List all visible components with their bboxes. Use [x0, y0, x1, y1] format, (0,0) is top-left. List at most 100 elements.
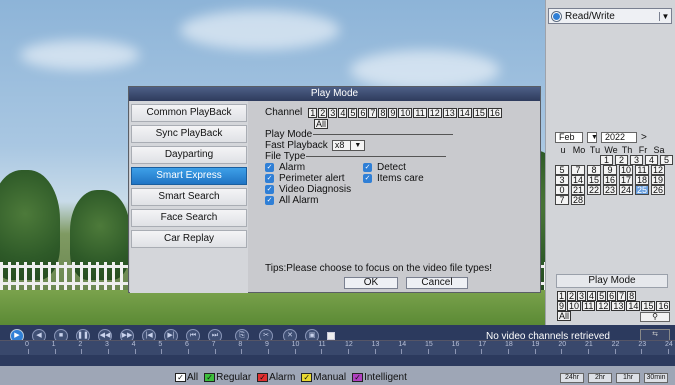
channel-box[interactable]: 14 [626, 301, 641, 311]
channel-box[interactable]: 15 [641, 301, 656, 311]
calendar-day[interactable]: 8 [587, 165, 601, 175]
calendar-day[interactable]: 9 [603, 165, 617, 175]
zoom-button-1hr[interactable]: 1hr [616, 373, 640, 383]
chevron-down-icon[interactable]: ▼ [587, 132, 598, 143]
channel-box[interactable]: 3 [328, 107, 338, 118]
menu-item-smart-search[interactable]: Smart Search [131, 188, 247, 206]
calendar-day[interactable]: 28 [571, 195, 585, 205]
calendar-day[interactable]: 11 [635, 165, 649, 175]
channel-box[interactable]: 14 [457, 107, 472, 118]
timeline-scroll[interactable] [0, 357, 675, 365]
channel-box[interactable]: 8 [627, 291, 637, 301]
channel-box[interactable]: 7 [617, 291, 627, 301]
calendar-day[interactable]: 3 [555, 175, 569, 185]
legend-checkbox-icon[interactable]: ✓ [301, 373, 313, 382]
channel-box[interactable]: 13 [442, 107, 457, 118]
calendar-day[interactable]: 5 [660, 155, 673, 165]
channel-box[interactable]: 6 [358, 107, 368, 118]
channel-box[interactable]: 12 [427, 107, 442, 118]
calendar-day[interactable]: 16 [603, 175, 617, 185]
legend-checkbox-icon[interactable]: ✓ [175, 373, 186, 382]
calendar-day[interactable]: 22 [587, 185, 601, 195]
channel-box[interactable]: 11 [582, 301, 596, 311]
calendar-day[interactable]: 0 [555, 185, 569, 195]
channel-box[interactable]: 10 [398, 107, 413, 118]
calendar-day[interactable]: 24 [619, 185, 633, 195]
channel-box[interactable]: 16 [487, 107, 502, 118]
channel-all-box[interactable]: All [557, 311, 572, 321]
menu-item-face-search[interactable]: Face Search [131, 209, 247, 227]
legend-regular[interactable]: ✓ Regular [204, 372, 251, 383]
channel-box[interactable]: 9 [388, 107, 398, 118]
timeline-bar[interactable] [0, 340, 675, 355]
channel-box[interactable]: 15 [472, 107, 487, 118]
calendar-day[interactable]: 2 [615, 155, 628, 165]
calendar-day[interactable]: 23 [603, 185, 617, 195]
legend-checkbox-icon[interactable]: ✓ [204, 373, 216, 382]
checkbox-detect[interactable]: ✓ Detect [363, 162, 406, 173]
menu-item-car-replay[interactable]: Car Replay [131, 230, 247, 248]
legend-checkbox-icon[interactable]: ✓ [352, 373, 364, 382]
play-mode-button[interactable]: Play Mode [556, 274, 668, 288]
channel-box[interactable]: 6 [607, 291, 617, 301]
calendar-day[interactable]: 18 [635, 175, 649, 185]
calendar-day[interactable]: 1 [600, 155, 613, 165]
calendar-day[interactable]: 5 [555, 165, 569, 175]
calendar-day[interactable]: 21 [571, 185, 585, 195]
menu-item-sync-playback[interactable]: Sync PlayBack [131, 125, 247, 143]
channel-box[interactable]: 2 [318, 107, 328, 118]
chevron-down-icon[interactable]: ▼ [350, 141, 364, 150]
channel-box[interactable]: 1 [308, 107, 318, 118]
next-month-button[interactable]: > [641, 132, 647, 143]
channel-box[interactable]: 5 [597, 291, 607, 301]
menu-item-dayparting[interactable]: Dayparting [131, 146, 247, 164]
checkbox-perimeter-alert[interactable]: ✓ Perimeter alert [265, 173, 363, 184]
calendar-day[interactable]: 7 [571, 165, 585, 175]
checkbox-alarm[interactable]: ✓ Alarm [265, 162, 363, 173]
legend-alarm[interactable]: ✓ Alarm [257, 372, 295, 383]
channel-box[interactable]: 5 [348, 107, 358, 118]
zoom-button-30min[interactable]: 30min [644, 373, 668, 383]
channel-all-box[interactable]: All [314, 118, 329, 129]
menu-item-common-playback[interactable]: Common PlayBack [131, 104, 247, 122]
channel-box[interactable]: 16 [656, 301, 671, 311]
legend-all[interactable]: ✓ All [175, 372, 198, 383]
channel-box[interactable]: 9 [557, 301, 567, 311]
cancel-button[interactable]: Cancel [406, 277, 468, 289]
calendar-day[interactable]: 14 [571, 175, 585, 185]
calendar-day[interactable]: 12 [651, 165, 665, 175]
channel-box[interactable]: 4 [338, 107, 348, 118]
channel-box[interactable]: 2 [567, 291, 577, 301]
search-icon[interactable]: ⚲ [640, 312, 670, 322]
zoom-button-24hr[interactable]: 24hr [560, 373, 584, 383]
calendar-day[interactable]: 7 [555, 195, 569, 205]
channel-box[interactable]: 7 [368, 107, 378, 118]
channel-box[interactable]: 1 [557, 291, 567, 301]
checkbox-video-diagnosis[interactable]: ✓ Video Diagnosis [265, 184, 351, 195]
checkbox-all-alarm[interactable]: ✓ All Alarm [265, 195, 318, 206]
calendar-day[interactable]: 17 [619, 175, 633, 185]
channel-box[interactable]: 12 [596, 301, 611, 311]
channel-box[interactable]: 13 [611, 301, 626, 311]
legend-manual[interactable]: ✓ Manual [301, 372, 346, 383]
calendar-day[interactable]: 10 [619, 165, 633, 175]
channel-box[interactable]: 4 [587, 291, 597, 301]
calendar-day[interactable]: 19 [651, 175, 665, 185]
legend-checkbox-icon[interactable]: ✓ [257, 373, 269, 382]
checkbox-items-care[interactable]: ✓ Items care [363, 173, 424, 184]
calendar-day[interactable]: 15 [587, 175, 601, 185]
legend-intelligent[interactable]: ✓ Intelligent [352, 372, 407, 383]
calendar-day[interactable]: 25 [635, 185, 649, 195]
ok-button[interactable]: OK [344, 277, 398, 289]
channel-box[interactable]: 8 [378, 107, 388, 118]
calendar-day[interactable]: 26 [651, 185, 665, 195]
zoom-button-2hr[interactable]: 2hr [588, 373, 612, 383]
checkbox-icon[interactable] [327, 332, 335, 340]
channel-box[interactable]: 3 [577, 291, 587, 301]
channel-box[interactable]: 10 [567, 301, 582, 311]
channel-box[interactable]: 11 [413, 107, 427, 118]
read-write-select[interactable]: Read/Write ▼ [548, 8, 672, 24]
radio-icon[interactable] [552, 11, 561, 21]
month-select[interactable]: Feb [555, 132, 583, 143]
calendar-day[interactable]: 3 [630, 155, 643, 165]
